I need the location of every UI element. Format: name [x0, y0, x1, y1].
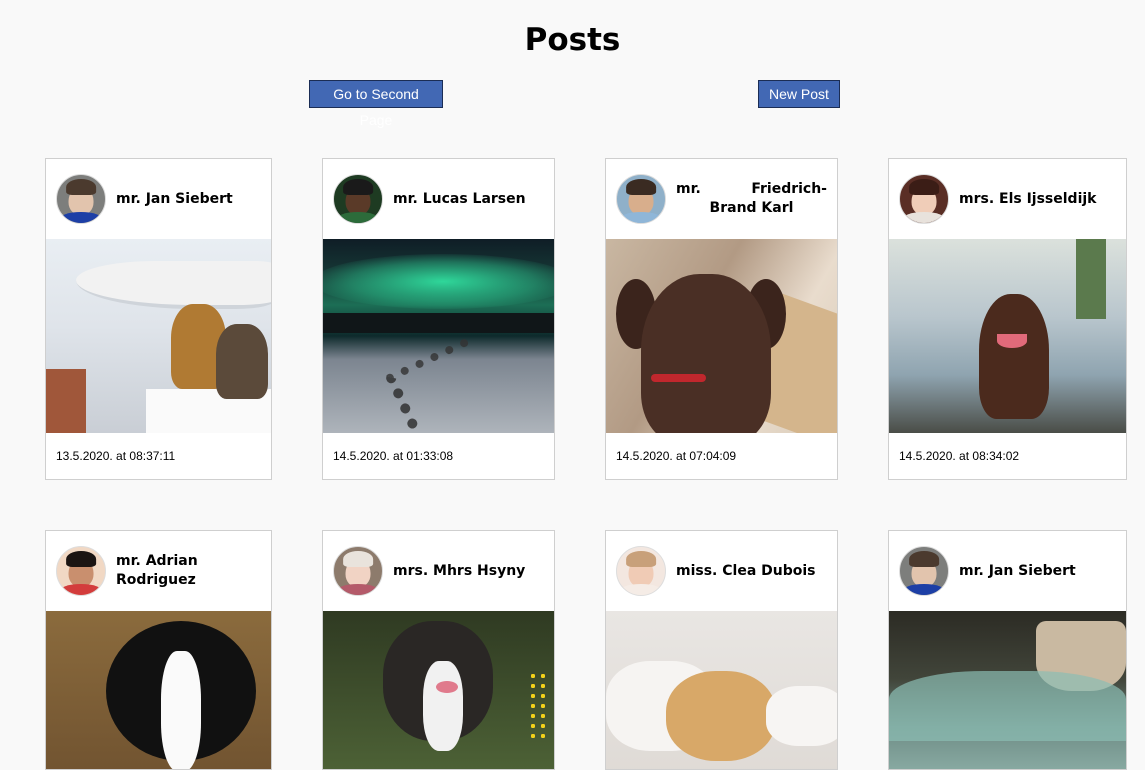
author-name[interactable]: miss. Clea Dubois	[676, 562, 816, 581]
post-card[interactable]: mrs. Mhrs Hsyny	[322, 530, 555, 770]
author-avatar[interactable]	[56, 546, 106, 596]
post-image[interactable]	[46, 239, 271, 433]
new-post-button[interactable]: New Post	[758, 80, 840, 108]
post-image[interactable]	[889, 239, 1126, 433]
author-name[interactable]: mr. Jan Siebert	[116, 190, 233, 209]
post-card[interactable]: mr. Jan Siebert	[888, 530, 1127, 770]
post-header: miss. Clea Dubois	[606, 531, 837, 611]
author-avatar[interactable]	[56, 174, 106, 224]
post-header: mrs. Mhrs Hsyny	[323, 531, 554, 611]
post-header: mr. Adrian Rodriguez	[46, 531, 271, 611]
author-avatar[interactable]	[333, 174, 383, 224]
post-date: 13.5.2020. at 08:37:11	[56, 449, 176, 463]
go-to-second-page-button[interactable]: Go to Second Page	[309, 80, 443, 128]
post-header: mr. Jan Siebert	[46, 159, 271, 239]
author-name[interactable]: mrs. Mhrs Hsyny	[393, 562, 525, 581]
post-card[interactable]: mr. Adrian Rodriguez	[45, 530, 272, 770]
author-avatar[interactable]	[616, 546, 666, 596]
author-name[interactable]: mrs. Els Ijsseldijk	[959, 190, 1096, 209]
post-image[interactable]	[889, 611, 1126, 769]
author-avatar[interactable]	[616, 174, 666, 224]
post-date: 14.5.2020. at 01:33:08	[333, 449, 454, 463]
author-name[interactable]: mr. Lucas Larsen	[393, 190, 526, 209]
post-card[interactable]: mr. Friedrich- Brand Karl 14.5.2020. at …	[605, 158, 838, 480]
post-image[interactable]	[323, 611, 554, 769]
page-title: Posts	[524, 22, 621, 58]
post-header: mr. Lucas Larsen	[323, 159, 554, 239]
post-card[interactable]: mrs. Els Ijsseldijk 14.5.2020. at 08:34:…	[888, 158, 1127, 480]
post-header: mr. Jan Siebert	[889, 531, 1126, 611]
post-image[interactable]	[606, 239, 837, 433]
post-date: 14.5.2020. at 08:34:02	[899, 449, 1020, 463]
author-avatar[interactable]	[899, 174, 949, 224]
author-name[interactable]: mr. Adrian Rodriguez	[116, 552, 261, 590]
post-card[interactable]: mr. Jan Siebert 13.5.2020. at 08:37:11	[45, 158, 272, 480]
post-header: mr. Friedrich- Brand Karl	[606, 159, 837, 239]
post-header: mrs. Els Ijsseldijk	[889, 159, 1126, 239]
post-card[interactable]: miss. Clea Dubois	[605, 530, 838, 770]
author-name[interactable]: mr. Friedrich- Brand Karl	[676, 180, 827, 218]
post-image[interactable]	[323, 239, 554, 433]
post-date: 14.5.2020. at 07:04:09	[616, 449, 737, 463]
author-avatar[interactable]	[333, 546, 383, 596]
post-image[interactable]	[606, 611, 837, 769]
post-card[interactable]: mr. Lucas Larsen 14.5.2020. at 01:33:08	[322, 158, 555, 480]
author-avatar[interactable]	[899, 546, 949, 596]
author-name[interactable]: mr. Jan Siebert	[959, 562, 1076, 581]
post-image[interactable]	[46, 611, 271, 769]
